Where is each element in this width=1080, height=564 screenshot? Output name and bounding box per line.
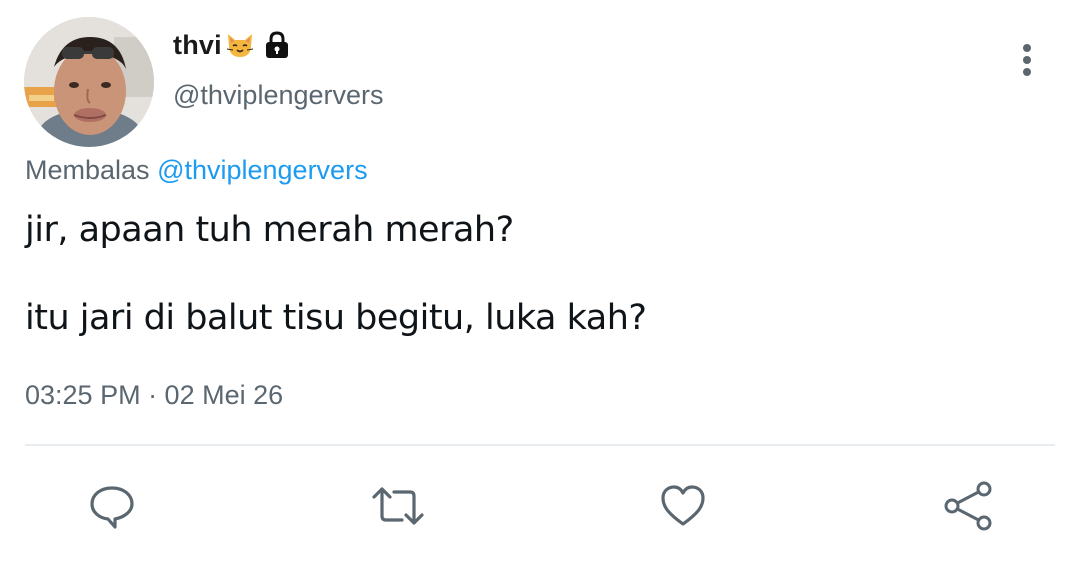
- retweet-button[interactable]: [370, 478, 426, 534]
- cat-face-icon: [224, 29, 256, 61]
- tweet-timestamp[interactable]: 03:25 PM · 02 Mei 26: [25, 380, 283, 411]
- share-icon: [944, 481, 992, 531]
- more-options-button[interactable]: [1010, 40, 1044, 80]
- tweet-text-line-1: jir, apaan tuh merah merah?: [25, 210, 514, 250]
- replying-to: Membalas @thviplengervers: [25, 155, 368, 186]
- more-dot: [1023, 56, 1031, 64]
- like-button[interactable]: [655, 478, 711, 534]
- author-handle[interactable]: @thviplengervers: [173, 80, 384, 111]
- tweet-text-line-2: itu jari di balut tisu begitu, luka kah?: [25, 298, 647, 338]
- avatar-photo: [24, 17, 154, 147]
- reply-mention-link[interactable]: @thviplengervers: [157, 155, 368, 185]
- author-name-row[interactable]: thvi: [173, 27, 290, 63]
- more-dot: [1023, 68, 1031, 76]
- lock-icon: [264, 31, 290, 59]
- divider: [25, 444, 1055, 446]
- display-name[interactable]: thvi: [173, 30, 222, 61]
- avatar[interactable]: [24, 17, 154, 147]
- comment-icon: [90, 486, 134, 529]
- share-button[interactable]: [940, 478, 996, 534]
- tweet-detail: thvi @thviplengervers Membalas @thviplen…: [0, 0, 1080, 564]
- retweet-icon: [372, 487, 424, 525]
- more-dot: [1023, 44, 1031, 52]
- reply-prefix: Membalas: [25, 155, 150, 185]
- heart-icon: [661, 485, 705, 526]
- reply-button[interactable]: [84, 478, 140, 534]
